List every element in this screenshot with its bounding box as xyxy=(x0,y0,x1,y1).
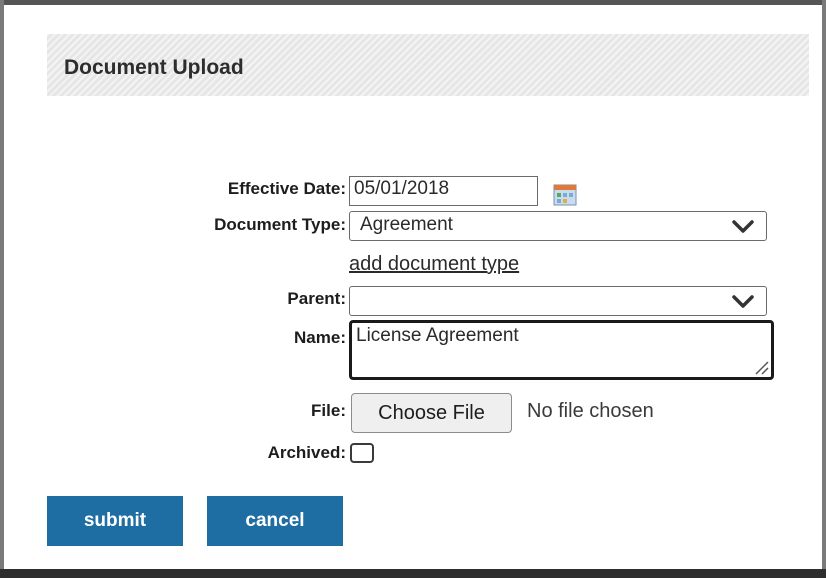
name-label: Name: xyxy=(294,328,346,347)
file-status: No file chosen xyxy=(527,400,654,422)
calendar-icon[interactable] xyxy=(553,183,577,207)
cancel-button[interactable]: cancel xyxy=(207,496,343,546)
parent-select[interactable] xyxy=(349,286,767,316)
name-value: License Agreement xyxy=(356,325,519,346)
chevron-down-icon xyxy=(732,219,754,235)
window-border-bottom xyxy=(0,569,826,578)
submit-button[interactable]: submit xyxy=(47,496,183,546)
chevron-down-icon xyxy=(732,294,754,310)
add-document-type-link[interactable]: add document type xyxy=(349,253,519,276)
choose-file-button[interactable]: Choose File xyxy=(351,393,512,433)
document-type-selected: Agreement xyxy=(360,214,453,235)
window-border-right xyxy=(822,0,826,578)
archived-checkbox[interactable] xyxy=(350,443,374,463)
effective-date-label: Effective Date: xyxy=(227,179,346,198)
file-label: File: xyxy=(311,401,346,420)
dialog-header: Document Upload xyxy=(47,34,809,96)
resize-grip-icon[interactable] xyxy=(753,359,769,375)
dialog-title: Document Upload xyxy=(64,56,244,79)
window-border-left xyxy=(0,0,4,578)
effective-date-input[interactable]: 05/01/2018 xyxy=(349,176,538,206)
document-type-label: Document Type: xyxy=(214,215,346,234)
name-textarea[interactable]: License Agreement xyxy=(349,320,774,380)
document-type-select[interactable]: Agreement xyxy=(349,211,767,241)
parent-label: Parent: xyxy=(287,289,346,308)
archived-label: Archived: xyxy=(267,443,346,462)
window-border-top xyxy=(0,0,826,5)
